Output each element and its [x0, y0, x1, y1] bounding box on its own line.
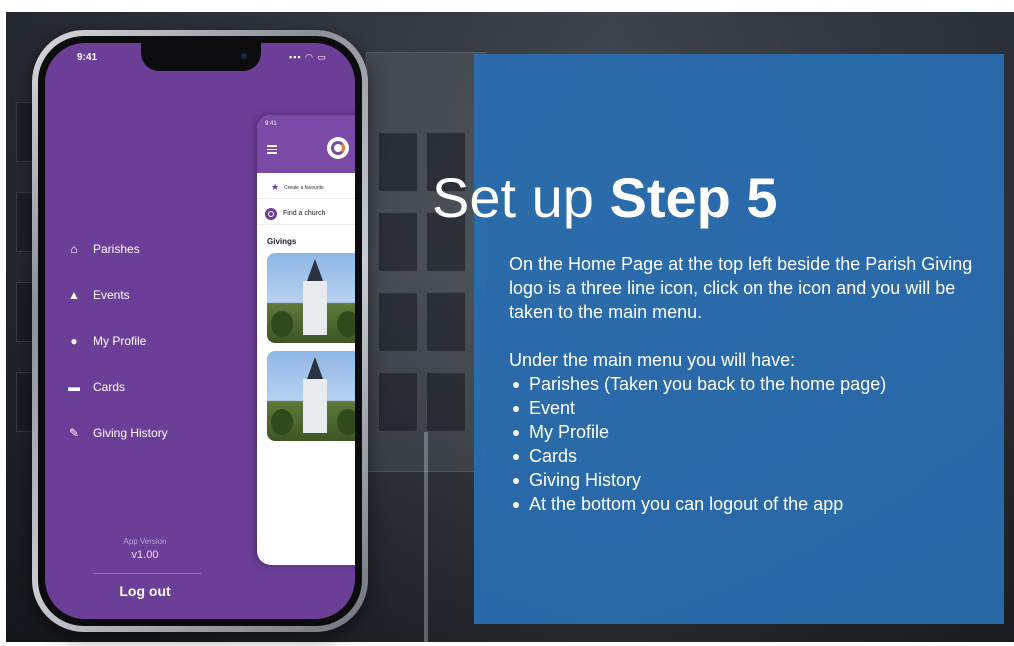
app-version-value: v1.00 — [131, 549, 159, 561]
building-window — [378, 212, 418, 272]
create-favourite-label: Create a favourite — [284, 184, 324, 191]
phone-screen: 9:41 ▪▪▪ ◠ ▭ ⌂ Parishes ▲ Events ● My Pr… — [45, 43, 355, 619]
tree-image — [271, 311, 293, 337]
list-item: At the bottom you can logout of the app — [509, 492, 979, 516]
building-window — [426, 372, 466, 432]
create-favourite-row[interactable]: ★ Create a favourite — [257, 177, 355, 199]
instructions: On the Home Page at the top left beside … — [509, 252, 979, 516]
title-step: Step 5 — [609, 166, 778, 229]
list-item: Cards — [509, 444, 979, 468]
cards-icon: ▬ — [68, 380, 80, 394]
profile-icon: ● — [70, 334, 78, 348]
camera-icon — [241, 53, 247, 59]
home-icon: ⌂ — [70, 242, 78, 256]
menu-item-label: Parishes — [93, 242, 140, 256]
menu-bullet-list: Parishes (Taken you back to the home pag… — [509, 372, 979, 516]
menu-item-my-profile[interactable]: ● My Profile — [67, 331, 237, 351]
list-item: My Profile — [509, 420, 979, 444]
menu-item-giving-history[interactable]: ✎ Giving History — [67, 423, 237, 443]
tree-image — [271, 409, 293, 435]
parish-giving-logo-icon — [327, 137, 349, 159]
menu-item-label: Cards — [93, 380, 126, 394]
tree-image — [337, 409, 355, 435]
menu-item-cards[interactable]: ▬ Cards — [67, 377, 237, 397]
menu-item-parishes[interactable]: ⌂ Parishes — [67, 239, 237, 259]
lamp-post — [424, 432, 428, 642]
find-church-row[interactable]: Find a church — [257, 203, 355, 225]
phone-frame: 9:41 ▪▪▪ ◠ ▭ ⌂ Parishes ▲ Events ● My Pr… — [32, 30, 368, 632]
tree-image — [337, 311, 355, 337]
menu-item-label: My Profile — [93, 334, 147, 348]
star-icon: ★ — [271, 182, 280, 192]
intro-paragraph: On the Home Page at the top left beside … — [509, 254, 973, 322]
church-spire-image — [307, 357, 323, 379]
preview-header: 9:41 — [257, 115, 355, 173]
givings-heading: Givings — [267, 237, 297, 246]
church-image — [303, 379, 327, 433]
find-church-label: Find a church — [283, 210, 326, 217]
phone-bezel: 9:41 ▪▪▪ ◠ ▭ ⌂ Parishes ▲ Events ● My Pr… — [38, 36, 362, 626]
app-version-label: App Version — [123, 537, 167, 546]
title-prefix: Set up — [432, 166, 610, 229]
menu-divider — [93, 573, 201, 574]
building-window — [378, 372, 418, 432]
main-menu: ⌂ Parishes ▲ Events ● My Profile ▬ Cards… — [67, 239, 237, 469]
building-window — [378, 292, 418, 352]
menu-item-label: Events — [93, 288, 130, 302]
list-item: Event — [509, 396, 979, 420]
preview-status-time: 9:41 — [265, 121, 277, 127]
list-heading: Under the main menu you will have: — [509, 350, 796, 370]
church-card[interactable] — [267, 253, 355, 343]
menu-item-label: Giving History — [93, 426, 168, 440]
search-icon — [265, 207, 277, 220]
hamburger-menu-icon[interactable] — [267, 145, 277, 156]
home-page-preview[interactable]: 9:41 ★ Create a favourite Find a church … — [257, 115, 355, 565]
events-icon: ▲ — [68, 288, 80, 302]
logout-button[interactable]: Log out — [45, 583, 245, 599]
status-time: 9:41 — [77, 52, 98, 63]
church-spire-image — [307, 259, 323, 281]
giving-history-icon: ✎ — [68, 426, 80, 440]
building-window — [426, 292, 466, 352]
list-item: Parishes (Taken you back to the home pag… — [509, 372, 979, 396]
status-icons: ▪▪▪ ◠ ▭ — [289, 52, 327, 62]
list-item: Giving History — [509, 468, 979, 492]
slide-title: Set up Step 5 — [432, 166, 992, 230]
menu-item-events[interactable]: ▲ Events — [67, 285, 237, 305]
church-image — [303, 281, 327, 335]
church-card[interactable] — [267, 351, 355, 441]
building-window — [378, 132, 418, 192]
